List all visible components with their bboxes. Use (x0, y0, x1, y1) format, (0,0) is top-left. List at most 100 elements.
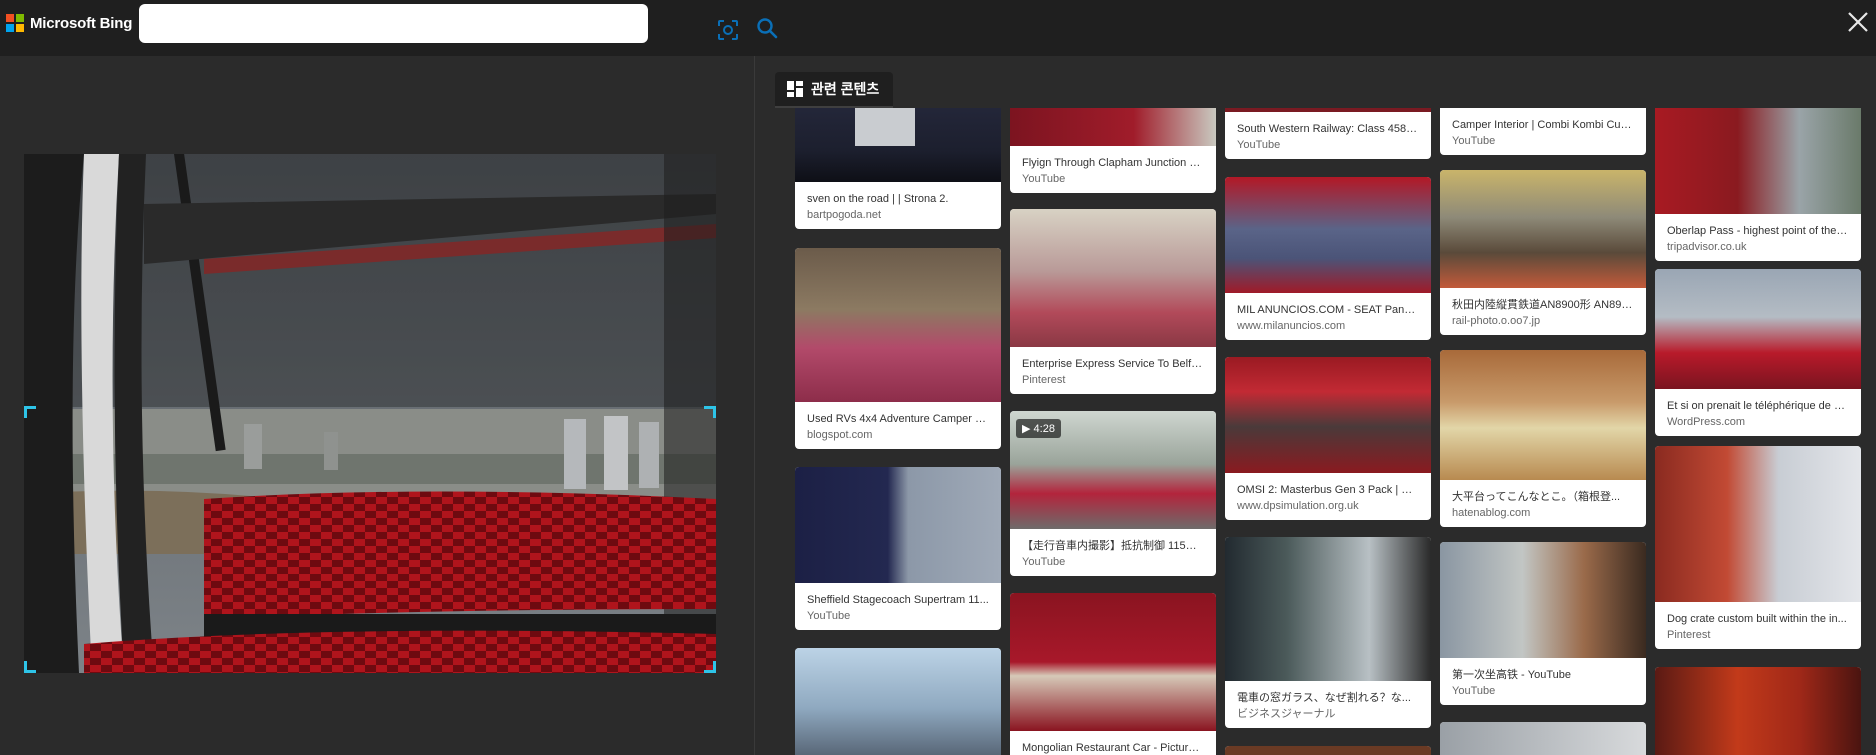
video-duration-badge: ▶ 4:28 (1016, 419, 1061, 438)
result-source: YouTube (1452, 135, 1496, 147)
result-title: 【走行音車内撮影】抵抗制御 115系 ... (1022, 540, 1204, 552)
result-source: YouTube (1237, 139, 1281, 151)
result-thumbnail (1440, 350, 1646, 480)
result-source: bartpogoda.net (807, 209, 882, 221)
grid-icon (787, 81, 803, 97)
tab-related-content[interactable]: 관련 콘텐츠 (775, 72, 894, 108)
crop-handle-bottom-left[interactable] (24, 661, 36, 673)
result-card[interactable] (1440, 722, 1646, 755)
result-card[interactable]: MIL ANUNCIOS.COM - SEAT Panda ... www.mi… (1225, 177, 1431, 340)
result-thumbnail (1225, 177, 1431, 293)
video-duration: 4:28 (1033, 423, 1055, 435)
cable-car-interior-image (24, 154, 716, 673)
result-title: Mongolian Restaurant Car - Picture ... (1022, 742, 1204, 754)
result-source: YouTube (1022, 556, 1066, 568)
result-card[interactable] (1655, 667, 1861, 755)
result-card[interactable]: Mongolian Restaurant Car - Picture ... (1010, 593, 1216, 755)
brand-name: Microsoft Bing (30, 14, 133, 32)
result-card[interactable] (1225, 746, 1431, 755)
result-thumbnail (795, 108, 1001, 182)
result-source: ビジネスジャーナル (1237, 708, 1336, 720)
preview-image[interactable] (24, 154, 716, 673)
result-thumbnail (1440, 542, 1646, 658)
result-title: 秋田内陸縦貫鉄道AN8900形 AN890... (1452, 299, 1634, 311)
result-card[interactable]: Sheffield Stagecoach Supertram 11... You… (795, 467, 1001, 630)
result-thumbnail (1655, 108, 1861, 214)
result-card[interactable]: 第一次坐高铁 - YouTube YouTube (1440, 542, 1646, 705)
bing-logo[interactable]: Microsoft Bing (6, 14, 132, 32)
result-thumbnail (1225, 537, 1431, 681)
result-card[interactable]: Et si on prenait le téléphérique de L...… (1655, 269, 1861, 436)
result-thumbnail (1225, 746, 1431, 755)
result-source: YouTube (1452, 685, 1496, 697)
result-source: YouTube (807, 610, 851, 622)
result-thumbnail (1440, 722, 1646, 755)
result-card[interactable]: 電車の窓ガラス、なぜ割れる？な... ビジネスジャーナル (1225, 537, 1431, 728)
result-card[interactable]: sven on the road | | Strona 2. bartpogod… (795, 108, 1001, 229)
result-title: Used RVs 4x4 Adventure Camper V... (807, 413, 989, 425)
search-input[interactable] (151, 12, 571, 36)
result-thumbnail (1655, 269, 1861, 389)
result-card[interactable]: Camper Interior | Combi Kombi Cust... Yo… (1440, 108, 1646, 155)
result-title: 第一次坐高铁 - YouTube (1452, 669, 1572, 681)
result-card[interactable]: ▶ 4:28 【走行音車内撮影】抵抗制御 115系 ... YouTube (1010, 411, 1216, 576)
result-thumbnail: ▶ 4:28 (1010, 411, 1216, 529)
related-images-grid: sven on the road | | Strona 2. bartpogod… (795, 108, 1876, 755)
result-thumbnail (1010, 593, 1216, 731)
result-card[interactable]: 秋田内陸縦貫鉄道AN8900形 AN890... rail-photo.o.oo… (1440, 170, 1646, 335)
play-icon: ▶ (1022, 423, 1031, 435)
result-card[interactable] (795, 648, 1001, 755)
result-title: Et si on prenait le téléphérique de L... (1667, 400, 1849, 412)
result-source: rail-photo.o.oo7.jp (1452, 315, 1541, 327)
result-thumbnail (1655, 667, 1861, 755)
result-source: Pinterest (1022, 374, 1066, 386)
close-icon[interactable] (1846, 10, 1870, 34)
result-title: Enterprise Express Service To Belfa... (1022, 358, 1204, 370)
result-title: 電車の窓ガラス、なぜ割れる？な... (1237, 692, 1411, 704)
result-source: Pinterest (1667, 629, 1711, 641)
result-card[interactable]: South Western Railway: Class 458 5... Yo… (1225, 108, 1431, 159)
crop-handle-top-left[interactable] (24, 406, 36, 418)
result-thumbnail (1655, 446, 1861, 602)
search-box (139, 4, 778, 43)
result-title: sven on the road | | Strona 2. (807, 193, 949, 205)
related-tab-label: 관련 콘텐츠 (811, 81, 880, 97)
result-thumbnail (795, 648, 1001, 755)
result-source: hatenablog.com (1452, 507, 1531, 519)
result-card[interactable]: Oberlap Pass - highest point of the j...… (1655, 108, 1861, 261)
result-source: WordPress.com (1667, 416, 1746, 428)
result-card[interactable]: Dog crate custom built within the in... … (1655, 446, 1861, 649)
result-source: YouTube (1022, 173, 1066, 185)
top-bar: Microsoft Bing (0, 0, 1876, 56)
result-title: Oberlap Pass - highest point of the j... (1667, 225, 1849, 237)
result-title: MIL ANUNCIOS.COM - SEAT Panda ... (1237, 304, 1419, 316)
visual-search-icon[interactable] (717, 19, 739, 41)
result-card[interactable]: Flyign Through Clapham Junction O... You… (1010, 108, 1216, 193)
result-card[interactable]: Enterprise Express Service To Belfa... P… (1010, 209, 1216, 394)
result-title: South Western Railway: Class 458 5... (1237, 123, 1419, 135)
result-thumbnail (1010, 209, 1216, 347)
search-icon[interactable] (755, 16, 779, 40)
result-thumbnail (795, 248, 1001, 402)
crop-handle-top-right[interactable] (704, 406, 716, 418)
result-title: Dog crate custom built within the in... (1667, 613, 1847, 625)
result-card[interactable]: 大平台ってこんなとこ。（箱根登... hatenablog.com (1440, 350, 1646, 527)
result-source: blogspot.com (807, 429, 873, 441)
crop-handle-bottom-right[interactable] (704, 661, 716, 673)
result-thumbnail (1225, 357, 1431, 473)
result-title: OMSI 2: Masterbus Gen 3 Pack | Bu... (1237, 484, 1419, 496)
result-thumbnail (1010, 108, 1216, 146)
result-title: Flyign Through Clapham Junction O... (1022, 157, 1204, 169)
microsoft-logo-icon (6, 14, 24, 32)
result-title: Camper Interior | Combi Kombi Cust... (1452, 119, 1634, 131)
related-content-pane: 관련 콘텐츠 sven on the road | | Strona 2. ba… (755, 56, 1876, 755)
result-card[interactable]: Used RVs 4x4 Adventure Camper V... blogs… (795, 248, 1001, 449)
result-title: Sheffield Stagecoach Supertram 11... (807, 594, 989, 606)
result-thumbnail (1225, 108, 1431, 112)
result-source: www.dpsimulation.org.uk (1237, 500, 1359, 512)
result-thumbnail (1440, 170, 1646, 288)
result-thumbnail (795, 467, 1001, 583)
result-card[interactable]: OMSI 2: Masterbus Gen 3 Pack | Bu... www… (1225, 357, 1431, 520)
result-source: www.milanuncios.com (1237, 320, 1346, 332)
result-source: tripadvisor.co.uk (1667, 241, 1747, 253)
